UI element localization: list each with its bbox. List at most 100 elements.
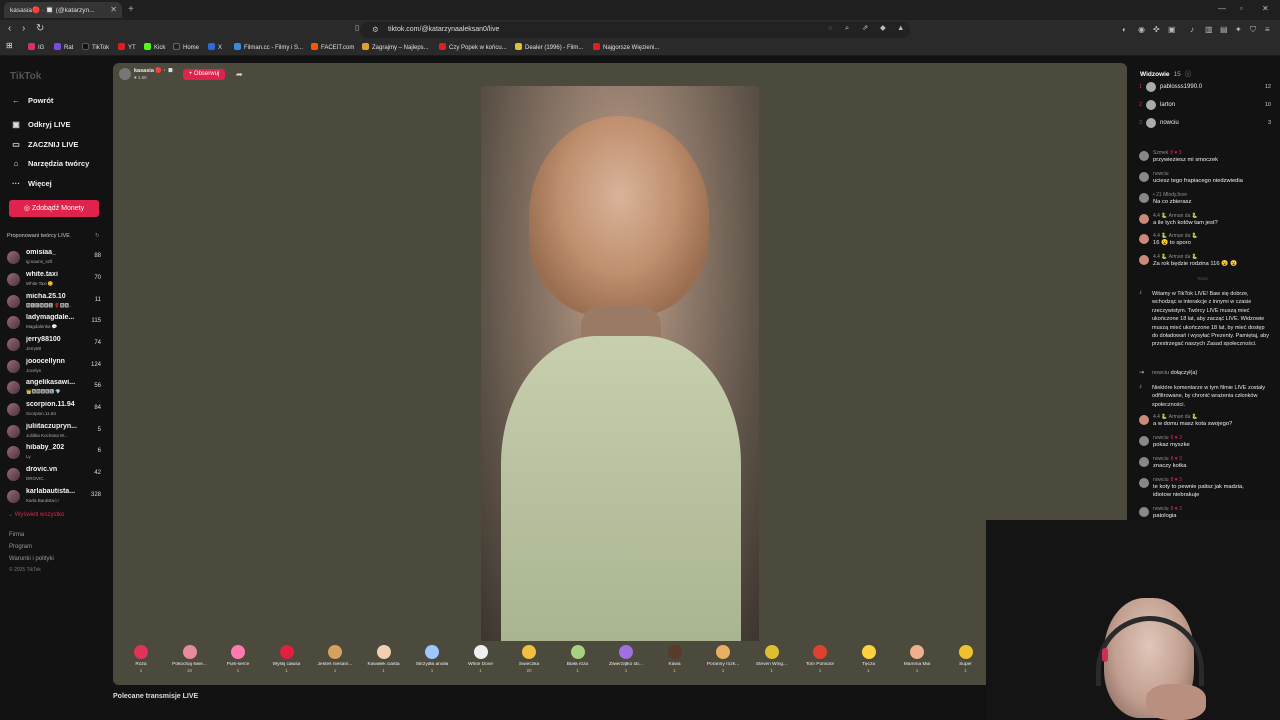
bookmark-item[interactable]: Kick	[144, 43, 165, 51]
rewards-icon[interactable]: ▲	[897, 23, 904, 32]
puzzle-icon[interactable]: ✜	[1153, 25, 1160, 34]
creator-item[interactable]: karlabautista... Karla Bautista🎶 328	[7, 488, 103, 508]
gift-bar: Róża 1 Pokochaj świe... 10 Puls-serce 1 Wyślij…	[113, 641, 1127, 685]
bookmark-item[interactable]: FACEIT.com	[311, 43, 354, 51]
show-all-link[interactable]: ⌄ Wyświetl wszystko	[8, 511, 64, 518]
live-stream-player[interactable]: kasasia 🔴 · 🔲 ♥ 1.5K + Obserwuj ➦ Róża 1 P…	[113, 63, 1127, 685]
host-name[interactable]: kasasia 🔴 · 🔲	[134, 68, 174, 74]
footer-link[interactable]: Firma	[9, 532, 24, 538]
gift-item[interactable]: Tęcza 1	[846, 645, 892, 683]
extension-icon[interactable]: ◐	[1122, 25, 1127, 34]
bookmark-item[interactable]: Home	[173, 43, 199, 51]
site-info-icon[interactable]: ⚙	[372, 25, 379, 34]
gift-item[interactable]: Super 1	[943, 645, 989, 683]
gift-item[interactable]: Biała róża 1	[555, 645, 601, 683]
bookmarks-icon[interactable]: ▤	[1220, 25, 1228, 34]
bookmark-item[interactable]: YT	[118, 43, 136, 51]
live-icon: ▣	[12, 120, 20, 129]
gift-item[interactable]: Kawałek ciasta 1	[361, 645, 407, 683]
creator-item[interactable]: angelikasawi... 👑🅰🅽🅶🅴🅻 💎 56	[7, 379, 103, 399]
share-icon[interactable]: ⇗	[862, 23, 868, 32]
get-coins-button[interactable]: ◎ Zdobądź Monety	[9, 200, 99, 217]
gift-item[interactable]: Róża 1	[118, 645, 164, 683]
bookmark-item[interactable]: Czy Popek w końcu...	[439, 43, 507, 51]
reload-icon[interactable]: ↻	[36, 23, 44, 34]
close-tab-icon[interactable]: ✕	[110, 5, 117, 14]
footer-link[interactable]: Program	[9, 544, 32, 550]
gift-item[interactable]: Mamma Mia 1	[894, 645, 940, 683]
forward-icon[interactable]: ›	[22, 23, 25, 34]
creator-item[interactable]: drovic.vn DROVIC. 42	[7, 466, 103, 486]
apps-grid-icon[interactable]: ⊞	[6, 41, 13, 50]
ai-icon[interactable]: ✦	[1235, 25, 1242, 34]
creator-item[interactable]: scorpion.11.94 Scorpion.11.94 84	[7, 401, 103, 421]
gift-icon	[619, 645, 633, 659]
viewer-row[interactable]: 1 pablosss1990.0 12	[1139, 82, 1271, 94]
bookmark-item[interactable]: Rat	[54, 43, 73, 51]
back-button[interactable]: ← Powrót	[10, 96, 53, 105]
gift-item[interactable]: White Dove 1	[458, 645, 504, 683]
bookmark-item[interactable]: X	[208, 43, 222, 51]
bookmark-item[interactable]: Zagrajmy – Najleps...	[362, 43, 429, 51]
gift-price: 1	[139, 668, 143, 673]
browser-tab[interactable]: kasasia🔴 · 🔲 (@katarzyn... ✕	[4, 2, 122, 18]
avatar	[7, 295, 20, 308]
extension-icon[interactable]: ◉	[1138, 25, 1145, 34]
creator-item[interactable]: micha.25.10 🅼🅸🅲🅷🅰🅻 🌹🅼🅰... 11	[7, 293, 103, 313]
maximize-icon[interactable]: ▫	[1240, 4, 1243, 13]
gift-item[interactable]: Świeczka 20	[506, 645, 552, 683]
gift-item[interactable]: Poranny rozk... 1	[700, 645, 746, 683]
refresh-icon[interactable]: ↻	[95, 233, 100, 239]
footer-link[interactable]: Warunki i polityki	[9, 556, 54, 562]
creator-item[interactable]: juliitaczupryn... Juliitka Kochana W... 5	[7, 423, 103, 443]
creator-item[interactable]: ladymagdale... Magdalenka 💬 115	[7, 314, 103, 334]
nav-start-live[interactable]: ▭ ZACZNIJ LIVE	[10, 140, 78, 149]
bookmark-item[interactable]: Dealer (1996) - Film...	[515, 43, 583, 51]
nav-more[interactable]: ··· Więcej	[10, 179, 52, 188]
gift-item[interactable]: Tom Pomidor 1	[797, 645, 843, 683]
stream-video[interactable]	[481, 86, 759, 642]
new-tab-icon[interactable]: +	[128, 4, 134, 15]
bookmark-item[interactable]: Najgorsze Więzieni...	[593, 43, 659, 51]
sidebar-icon[interactable]: ▣	[1168, 25, 1176, 34]
creator-item[interactable]: omisiaa_ ig:naomi_szll 88	[7, 249, 103, 269]
close-window-icon[interactable]: ✕	[1262, 4, 1269, 13]
gift-item[interactable]: Steven Wing... 1	[749, 645, 795, 683]
viewer-row[interactable]: 2 larton 10	[1139, 100, 1271, 112]
gift-item[interactable]: Wyślij całusa 1	[264, 645, 310, 683]
panel-icon[interactable]: ▥	[1205, 25, 1213, 34]
host-avatar[interactable]	[119, 68, 131, 80]
bookmark-item[interactable]: Filman.cc - Filmy i S...	[234, 43, 303, 51]
back-icon[interactable]: ‹	[8, 23, 11, 34]
gift-price: 1	[576, 668, 579, 673]
zoom-icon[interactable]: ⌕	[845, 23, 849, 33]
gift-item[interactable]: Pokochaj świe... 10	[167, 645, 213, 683]
bookmark-item[interactable]: TikTok	[82, 43, 109, 51]
menu-icon[interactable]: ≡	[1265, 25, 1270, 34]
gift-icon	[861, 645, 876, 659]
tiktok-logo[interactable]: TikTok	[10, 71, 41, 82]
vpn-icon[interactable]: ⛉	[1250, 25, 1256, 35]
nav-creator-tools[interactable]: ⌂ Narzędzia twórcy	[10, 159, 90, 168]
gift-item[interactable]: Zwierzątko ob... 1	[603, 645, 649, 683]
gift-item[interactable]: Kawa 1	[652, 645, 698, 683]
viewer-row[interactable]: 3 nowciu 3	[1139, 118, 1271, 130]
tracking-icon[interactable]: ◌	[828, 23, 832, 32]
shield-icon[interactable]: ◆	[880, 23, 886, 32]
bookmark-star-icon[interactable]: ▯	[355, 23, 359, 32]
creator-item[interactable]: jooocellynn Jocelyn 124	[7, 358, 103, 378]
info-icon[interactable]: ⓘ	[1185, 71, 1192, 78]
gift-item[interactable]: Skrzydła anioła 1	[409, 645, 455, 683]
gift-item[interactable]: Puls-serce 1	[215, 645, 261, 683]
gift-price: 1	[430, 668, 434, 673]
bookmark-item[interactable]: IG	[28, 43, 44, 51]
gift-item[interactable]: Jesteś niesam... 1	[312, 645, 358, 683]
minimize-icon[interactable]: —	[1218, 4, 1226, 13]
music-icon[interactable]: ♪	[1190, 25, 1194, 34]
creator-item[interactable]: jerry88100 Jerry88 74	[7, 336, 103, 356]
creator-item[interactable]: hibaby_202 Ly 6	[7, 444, 103, 464]
follow-button[interactable]: + Obserwuj	[183, 69, 225, 80]
creator-item[interactable]: white.taxi White Taxi 😊 70	[7, 271, 103, 291]
share-icon[interactable]: ➦	[236, 70, 243, 79]
nav-discover-live[interactable]: ▣ Odkryj LIVE	[10, 120, 70, 129]
